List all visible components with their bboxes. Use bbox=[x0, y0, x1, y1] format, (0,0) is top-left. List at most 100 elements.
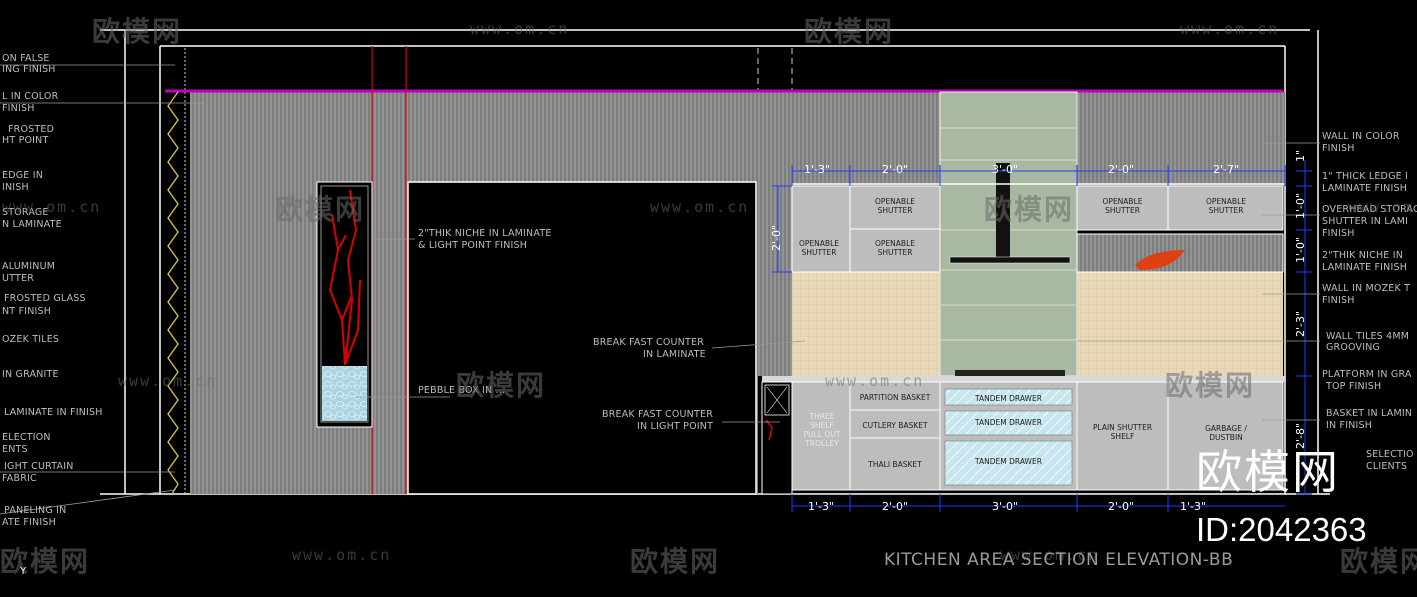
left-annotation: OZEK TILES bbox=[2, 334, 60, 345]
dimension: 1'-3" bbox=[804, 163, 831, 176]
watermark-url: www.om.cn bbox=[470, 20, 570, 38]
right-annotation: GROOVING bbox=[1326, 342, 1381, 353]
left-annotation: NT FINISH bbox=[2, 306, 52, 317]
dimension: 3'-0" bbox=[992, 163, 1019, 176]
right-annotation: TOP FINISH bbox=[1326, 381, 1382, 392]
dimension: 2'-3" bbox=[1294, 310, 1308, 338]
left-annotation: L IN COLOR bbox=[2, 91, 59, 102]
watermark-brand: 欧模网 bbox=[630, 545, 721, 578]
left-annotation: ENTS bbox=[2, 444, 28, 455]
watermark-url: www.om.cn bbox=[118, 372, 218, 390]
left-annotation: UTTER bbox=[2, 273, 34, 284]
breakfast-annotation: IN LAMINATE bbox=[643, 349, 706, 360]
hob bbox=[955, 370, 1065, 376]
left-annotation: ING FINISH bbox=[2, 64, 56, 75]
niche-annotation: 2"THIK NICHE IN LAMINATE bbox=[418, 228, 552, 239]
niche-annotation: & LIGHT POINT FINISH bbox=[418, 240, 528, 251]
left-annotation: IN GRANITE bbox=[2, 369, 59, 380]
left-annotation: FINISH bbox=[2, 103, 35, 114]
cabinet-label: OPENABLE SHUTTER bbox=[1206, 197, 1246, 215]
hood-canopy bbox=[949, 256, 1071, 264]
left-annotation: EDGE IN bbox=[2, 170, 44, 181]
right-annotation: LAMINATE FINISH bbox=[1322, 183, 1408, 194]
watermark-brand: 欧模网 bbox=[1165, 369, 1256, 402]
brand-stamp: 欧模网 bbox=[1196, 445, 1340, 499]
right-annotation: IN FINISH bbox=[1326, 420, 1373, 431]
cabinet-label: PLAIN SHUTTER SHELF bbox=[1092, 423, 1153, 441]
breakfast-annotation: BREAK FAST COUNTER bbox=[593, 337, 704, 348]
right-annotation: FINISH bbox=[1322, 295, 1355, 306]
watermark-brand: 欧模网 bbox=[92, 15, 183, 48]
right-annotation: BASKET IN LAMIN bbox=[1326, 408, 1413, 419]
ucs-icon: Y bbox=[20, 566, 27, 577]
dimension: 1'-0" bbox=[1294, 236, 1308, 264]
cabinet-label: THALI BASKET bbox=[868, 460, 922, 469]
dimension: 2'-7" bbox=[1213, 163, 1240, 176]
cabinet-label: GARBAGE / DUSTBIN bbox=[1205, 424, 1247, 442]
right-annotation: WALL TILES 4MM bbox=[1326, 331, 1410, 342]
dimension: 2'-0" bbox=[1108, 163, 1135, 176]
cabinet-label: OPENABLE SHUTTER bbox=[1102, 197, 1143, 215]
cad-drawing[interactable]: ON FALSE ING FINISH L IN COLOR FINISH FR… bbox=[0, 0, 1417, 593]
watermark-brand: 欧模网 bbox=[984, 193, 1075, 226]
right-annotation: LAMINATE FINISH bbox=[1322, 262, 1408, 273]
left-annotation: ALUMINUM bbox=[2, 261, 56, 272]
right-annotation: FINISH bbox=[1322, 228, 1355, 239]
brand-id: ID:2042363 bbox=[1196, 511, 1367, 548]
left-annotation: IGHT CURTAIN bbox=[4, 461, 74, 472]
right-annotation: WALL IN MOZEK T bbox=[1322, 283, 1411, 294]
right-annotation: SELECTIO bbox=[1366, 449, 1414, 460]
cabinet-label: THREE SHELF PULL OUT TROLLEY bbox=[803, 412, 841, 448]
breakfast-counter bbox=[761, 381, 793, 495]
left-annotation: HT POINT bbox=[2, 135, 49, 146]
right-annotation: 2"THIK NICHE IN bbox=[1322, 250, 1404, 261]
watermark-url: www.om.cn bbox=[1180, 20, 1280, 38]
watermark-brand: 欧模网 bbox=[804, 15, 895, 48]
watermark-url: www.om.cn bbox=[1348, 198, 1417, 216]
curtain-zigzag bbox=[167, 91, 179, 495]
left-annotation: N LAMINATE bbox=[2, 219, 62, 230]
breakfast-light-annotation: IN LIGHT POINT bbox=[637, 421, 714, 432]
watermark-brand: 欧模网 bbox=[456, 369, 547, 402]
grooved-wall-mid bbox=[758, 92, 940, 186]
cabinet-label: OPENABLE SHUTTER bbox=[875, 239, 915, 257]
right-annotation: 1" THICK LEDGE I bbox=[1322, 171, 1409, 182]
left-annotation: FROSTED bbox=[8, 124, 55, 135]
cabinet-label: TANDEM DRAWER bbox=[975, 394, 1042, 403]
mosaic-tiles-right bbox=[1077, 272, 1283, 376]
watermark-url: www.om.cn bbox=[650, 198, 750, 216]
watermark-brand: 欧模网 bbox=[0, 545, 91, 578]
drawing-title: KITCHEN AREA SECTION ELEVATION-BB bbox=[884, 550, 1234, 570]
dimension: 2'-0" bbox=[882, 500, 909, 513]
cabinet-label: PARTITION BASKET bbox=[859, 393, 931, 402]
left-annotation: INISH bbox=[2, 182, 29, 193]
cabinet-label: TANDEM DRAWER bbox=[975, 457, 1042, 466]
left-annotation: FROSTED GLASS bbox=[4, 293, 86, 304]
dimension: 1'-0" bbox=[1294, 192, 1308, 220]
cabinet-label: OPENABLE SHUTTER bbox=[875, 197, 915, 215]
cabinet-label: OPENABLE SHUTTER bbox=[799, 239, 839, 257]
right-annotation: WALL IN COLOR bbox=[1322, 131, 1400, 142]
cabinet-label: CUTLERY BASKET bbox=[862, 421, 928, 430]
watermark-url: www.om.cn bbox=[292, 546, 392, 564]
watermark-brand: 欧模网 bbox=[275, 193, 366, 226]
breakfast-light-annotation: BREAK FAST COUNTER bbox=[602, 409, 713, 420]
dimension: 3'-0" bbox=[992, 500, 1019, 513]
right-annotation: SHUTTER IN LAMI bbox=[1322, 216, 1409, 227]
right-annotation: FINISH bbox=[1322, 143, 1355, 154]
left-annotation: PANELING IN bbox=[4, 505, 67, 516]
mosaic-tiles-left bbox=[792, 272, 940, 376]
cabinet-label: TANDEM DRAWER bbox=[975, 418, 1042, 427]
dimension: 2'-0" bbox=[770, 224, 784, 252]
dimension: 2'-0" bbox=[1108, 500, 1135, 513]
left-annotation: ELECTION bbox=[2, 432, 51, 443]
pebble-box bbox=[322, 366, 367, 421]
left-annotation: ATE FINISH bbox=[2, 517, 56, 528]
left-annotation: LAMINATE IN FINISH bbox=[4, 407, 103, 418]
watermark-url: www.om.cn bbox=[2, 198, 102, 216]
dimension: 1'-3" bbox=[808, 500, 835, 513]
right-annotation: PLATFORM IN GRA bbox=[1322, 369, 1412, 380]
left-annotation: ON FALSE bbox=[2, 53, 50, 64]
dimension: 1" bbox=[1294, 149, 1308, 163]
dimension: 2'-0" bbox=[882, 163, 909, 176]
